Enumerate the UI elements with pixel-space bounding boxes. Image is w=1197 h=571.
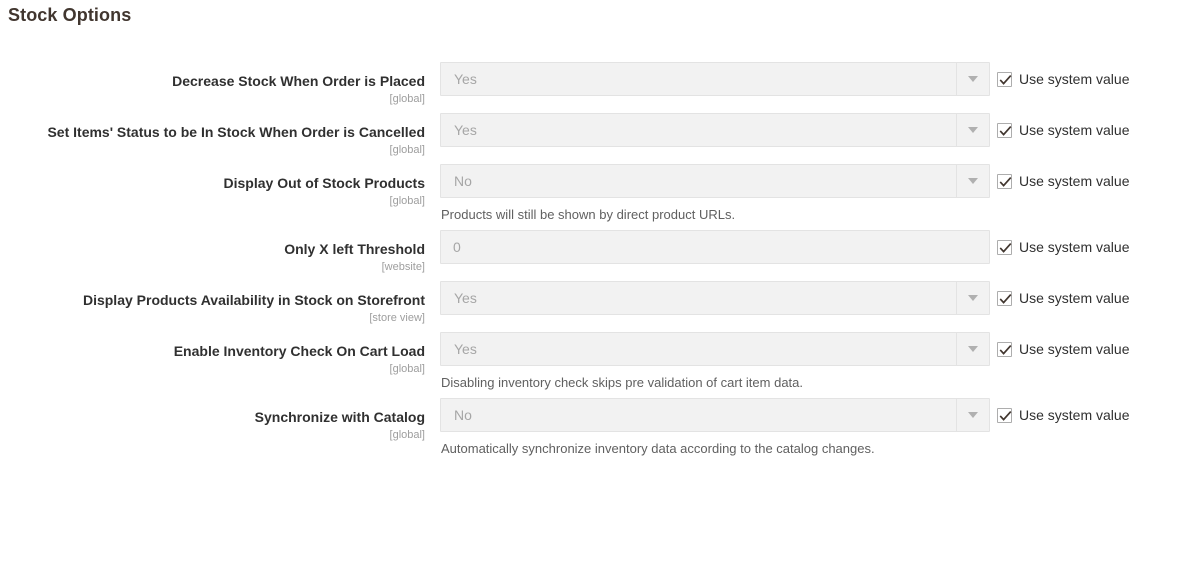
chevron-down-icon[interactable] [956, 399, 989, 431]
select-3[interactable]: No [440, 164, 990, 198]
select-value: No [454, 173, 472, 189]
use-system-value-label: Use system value [1019, 122, 1130, 138]
use-system-value-checkbox[interactable] [997, 122, 1012, 138]
checkmark-icon [999, 125, 1012, 136]
field-label: Decrease Stock When Order is Placed [172, 73, 425, 89]
use-system-value-label: Use system value [1019, 407, 1130, 423]
checkmark-icon [999, 344, 1012, 355]
field-label-cell: Decrease Stock When Order is Placed [glob… [0, 62, 425, 107]
field-note: Automatically synchronize inventory data… [441, 441, 875, 456]
field-control-cell: Yes [425, 113, 990, 147]
field-label: Display Products Availability in Stock o… [82, 292, 425, 308]
field-control-cell: No Products will still be shown by direct… [425, 164, 990, 224]
select-7[interactable]: No [440, 398, 990, 432]
field-scope: [global] [389, 93, 425, 105]
field-row: Decrease Stock When Order is Placed [glob… [0, 62, 1197, 107]
chevron-down-icon[interactable] [956, 165, 989, 197]
chevron-down-icon[interactable] [956, 333, 989, 365]
select-value: Yes [454, 341, 477, 357]
field-control-cell: Yes [425, 281, 990, 315]
use-system-value-checkbox[interactable] [997, 71, 1012, 87]
page-title: Stock Options [8, 5, 132, 25]
field-label: Display Out of Stock Products [223, 175, 425, 191]
field-control-cell: Yes [425, 62, 990, 96]
field-label: Synchronize with Catalog [254, 409, 425, 425]
chevron-down-glyph [968, 76, 978, 82]
use-system-value-label: Use system value [1019, 239, 1130, 255]
use-system-value-checkbox[interactable] [997, 341, 1012, 357]
field-note: Disabling inventory check skips pre vali… [441, 375, 804, 390]
use-system-value-label: Use system value [1019, 71, 1130, 87]
select-1[interactable]: Yes [440, 62, 990, 96]
chevron-down-glyph [968, 127, 978, 133]
use-system-value-label: Use system value [1019, 341, 1130, 357]
field-label-cell: Synchronize with Catalog [global] [0, 398, 425, 443]
select-6[interactable]: Yes [440, 332, 990, 366]
select-5[interactable]: Yes [440, 281, 990, 315]
stock-options-form: Decrease Stock When Order is Placed [glob… [0, 62, 1197, 464]
use-system-value-label: Use system value [1019, 173, 1130, 189]
field-label-cell: Only X left Threshold [website] [0, 230, 425, 275]
stock-options-panel: Stock Options Decrease Stock When Order … [0, 0, 1197, 571]
field-label-cell: Display Out of Stock Products [global] [0, 164, 425, 209]
select-2[interactable]: Yes [440, 113, 990, 147]
field-row: Display Products Availability in Stock o… [0, 281, 1197, 326]
field-label: Enable Inventory Check On Cart Load [173, 343, 425, 359]
checkmark-icon [999, 410, 1012, 421]
use-system-value-checkbox[interactable] [997, 173, 1012, 189]
field-row: Display Out of Stock Products [global] No P… [0, 164, 1197, 224]
use-system-value-checkbox[interactable] [997, 407, 1012, 423]
select-value: Yes [454, 122, 477, 138]
field-control-cell: Yes Disabling inventory check skips pre v… [425, 332, 990, 392]
use-system-value-checkbox[interactable] [997, 290, 1012, 306]
chevron-down-glyph [968, 178, 978, 184]
field-label-cell: Set Items' Status to be In Stock When Or… [0, 113, 425, 158]
field-label: Only X left Threshold [284, 241, 425, 257]
select-value: Yes [454, 71, 477, 87]
chevron-down-glyph [968, 346, 978, 352]
chevron-down-glyph [968, 412, 978, 418]
field-scope: [global] [389, 363, 425, 375]
field-scope: [website] [381, 261, 425, 273]
text-input-4[interactable] [440, 230, 990, 264]
field-label: Set Items' Status to be In Stock When Or… [47, 124, 425, 140]
field-label-cell: Display Products Availability in Stock o… [0, 281, 425, 326]
field-control-cell [425, 230, 990, 264]
use-system-value-group[interactable]: Use system value [975, 164, 1129, 190]
chevron-down-glyph [968, 295, 978, 301]
use-system-value-group[interactable]: Use system value [975, 62, 1129, 88]
use-system-value-group[interactable]: Use system value [975, 113, 1129, 139]
checkmark-icon [999, 242, 1012, 253]
field-row: Only X left Threshold [website] Use system… [0, 230, 1197, 275]
checkmark-icon [999, 176, 1012, 187]
use-system-value-label: Use system value [1019, 290, 1130, 306]
field-label-cell: Enable Inventory Check On Cart Load [glob… [0, 332, 425, 377]
field-scope: [global] [389, 429, 425, 441]
select-value: Yes [454, 290, 477, 306]
use-system-value-group[interactable]: Use system value [975, 281, 1129, 307]
select-value: No [454, 407, 472, 423]
checkmark-icon [999, 293, 1012, 304]
use-system-value-checkbox[interactable] [997, 239, 1012, 255]
field-scope: [global] [389, 195, 425, 207]
use-system-value-group[interactable]: Use system value [975, 398, 1129, 424]
field-row: Synchronize with Catalog [global] No Automa… [0, 398, 1197, 458]
checkmark-icon [999, 74, 1012, 85]
chevron-down-icon[interactable] [956, 282, 989, 314]
field-scope: [store view] [369, 312, 425, 324]
chevron-down-icon[interactable] [956, 63, 989, 95]
field-note: Products will still be shown by direct p… [441, 207, 736, 222]
chevron-down-icon[interactable] [956, 114, 989, 146]
field-row: Enable Inventory Check On Cart Load [glob… [0, 332, 1197, 392]
field-control-cell: No Automatically synchronize inventory da… [425, 398, 990, 458]
use-system-value-group[interactable]: Use system value [975, 230, 1129, 256]
field-scope: [global] [389, 144, 425, 156]
use-system-value-group[interactable]: Use system value [975, 332, 1129, 358]
field-row: Set Items' Status to be In Stock When Or… [0, 113, 1197, 158]
